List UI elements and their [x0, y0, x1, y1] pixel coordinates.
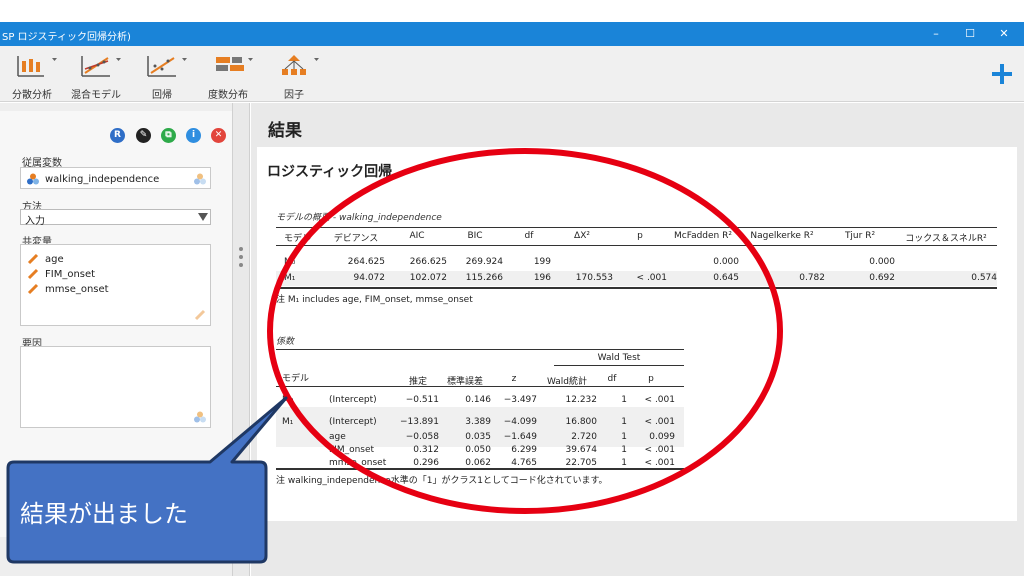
callout-bubble	[6, 396, 288, 564]
callout-text: 結果が出ました	[20, 500, 188, 528]
screen: SP ロジスティック回帰分析) – ☐ ✕ 分散分析 混合モデル 回帰 度数分布…	[0, 0, 1024, 576]
